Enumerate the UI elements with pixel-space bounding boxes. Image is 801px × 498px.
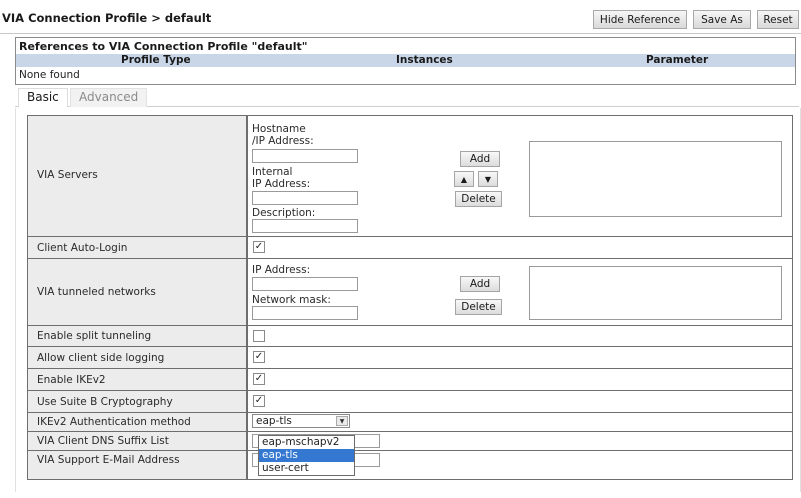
move-down-button[interactable]: ▼ (478, 171, 498, 187)
hostname-ip-label: /IP Address: (252, 135, 314, 147)
via-servers-add-button[interactable]: Add (460, 151, 500, 167)
split-tunneling-label: Enable split tunneling (37, 330, 152, 342)
auth-method-select[interactable]: eap-tls ▼ (252, 414, 350, 428)
reset-button[interactable]: Reset (757, 10, 799, 29)
support-email-label: VIA Support E-Mail Address (37, 454, 180, 466)
column-header-instances: Instances (396, 54, 453, 66)
row-dns-suffix: VIA Client DNS Suffix List (28, 432, 792, 451)
dns-suffix-label: VIA Client DNS Suffix List (37, 435, 169, 447)
row-client-logging: Allow client side logging ✓ (28, 347, 792, 369)
client-auto-login-label: Client Auto-Login (37, 242, 128, 254)
move-up-button[interactable]: ▲ (454, 171, 474, 187)
client-logging-label: Allow client side logging (37, 352, 165, 364)
row-via-servers: VIA Servers Hostname /IP Address: Intern… (28, 116, 792, 237)
client-auto-login-checkbox[interactable]: ✓ (253, 241, 265, 253)
auth-method-label: IKEv2 Authentication method (37, 416, 191, 428)
tunnel-ip-label: IP Address: (252, 264, 311, 276)
page-title: VIA Connection Profile > default (2, 11, 212, 25)
internal-ip-label: IP Address: (252, 178, 311, 190)
suite-b-label: Use Suite B Cryptography (37, 396, 173, 408)
enable-ikev2-label: Enable IKEv2 (37, 374, 106, 386)
enable-ikev2-checkbox[interactable]: ✓ (253, 373, 265, 385)
row-enable-ikev2: Enable IKEv2 ✓ (28, 369, 792, 391)
via-servers-list[interactable] (529, 141, 782, 217)
row-tunneled-networks: VIA tunneled networks IP Address: Networ… (28, 259, 792, 326)
description-label: Description: (252, 207, 316, 219)
suite-b-checkbox[interactable]: ✓ (253, 395, 265, 407)
hide-reference-button[interactable]: Hide Reference (593, 10, 687, 29)
tab-advanced[interactable]: Advanced (70, 88, 148, 107)
row-split-tunneling: Enable split tunneling (28, 326, 792, 347)
auth-method-dropdown-list: eap-mschapv2 eap-tls user-cert (258, 435, 355, 476)
auth-method-selected-value: eap-tls (256, 415, 292, 427)
internal-ip-input[interactable] (252, 191, 358, 205)
references-title: References to VIA Connection Profile "de… (19, 40, 308, 53)
row-support-email: VIA Support E-Mail Address (28, 451, 792, 479)
header-bar: VIA Connection Profile > default Hide Re… (0, 0, 801, 34)
chevron-down-icon[interactable]: ▼ (336, 416, 348, 426)
tunneled-networks-label: VIA tunneled networks (37, 286, 156, 298)
split-tunneling-checkbox[interactable] (253, 330, 265, 342)
via-servers-delete-button[interactable]: Delete (455, 191, 502, 207)
auth-option-user-cert[interactable]: user-cert (259, 462, 354, 475)
client-logging-checkbox[interactable]: ✓ (253, 351, 265, 363)
references-table-header: Profile Type Instances Parameter (16, 54, 795, 67)
internal-label: Internal (252, 166, 293, 178)
tunnel-delete-button[interactable]: Delete (455, 299, 502, 315)
row-suite-b: Use Suite B Cryptography ✓ (28, 391, 792, 413)
tunnel-ip-input[interactable] (252, 277, 358, 291)
network-mask-input[interactable] (252, 306, 358, 320)
description-input[interactable] (252, 219, 358, 233)
via-servers-label: VIA Servers (37, 169, 98, 181)
tunneled-networks-list[interactable] (529, 266, 782, 320)
save-as-button[interactable]: Save As (693, 10, 751, 29)
auth-option-eap-mschapv2[interactable]: eap-mschapv2 (259, 436, 354, 449)
column-header-parameter: Parameter (646, 54, 709, 66)
auth-option-eap-tls[interactable]: eap-tls (259, 449, 354, 462)
tunnel-add-button[interactable]: Add (460, 276, 500, 292)
row-auth-method: IKEv2 Authentication method eap-tls ▼ (28, 413, 792, 432)
column-header-profile-type: Profile Type (121, 54, 191, 66)
network-mask-label: Network mask: (252, 294, 331, 306)
row-client-auto-login: Client Auto-Login ✓ (28, 237, 792, 259)
tab-bar: Basic Advanced (15, 86, 799, 107)
references-panel: References to VIA Connection Profile "de… (15, 37, 796, 85)
hostname-input[interactable] (252, 149, 358, 163)
references-empty-text: None found (19, 69, 80, 81)
tab-basic[interactable]: Basic (18, 88, 68, 107)
profile-form-table: VIA Servers Hostname /IP Address: Intern… (27, 115, 793, 480)
hostname-label: Hostname (252, 123, 306, 135)
